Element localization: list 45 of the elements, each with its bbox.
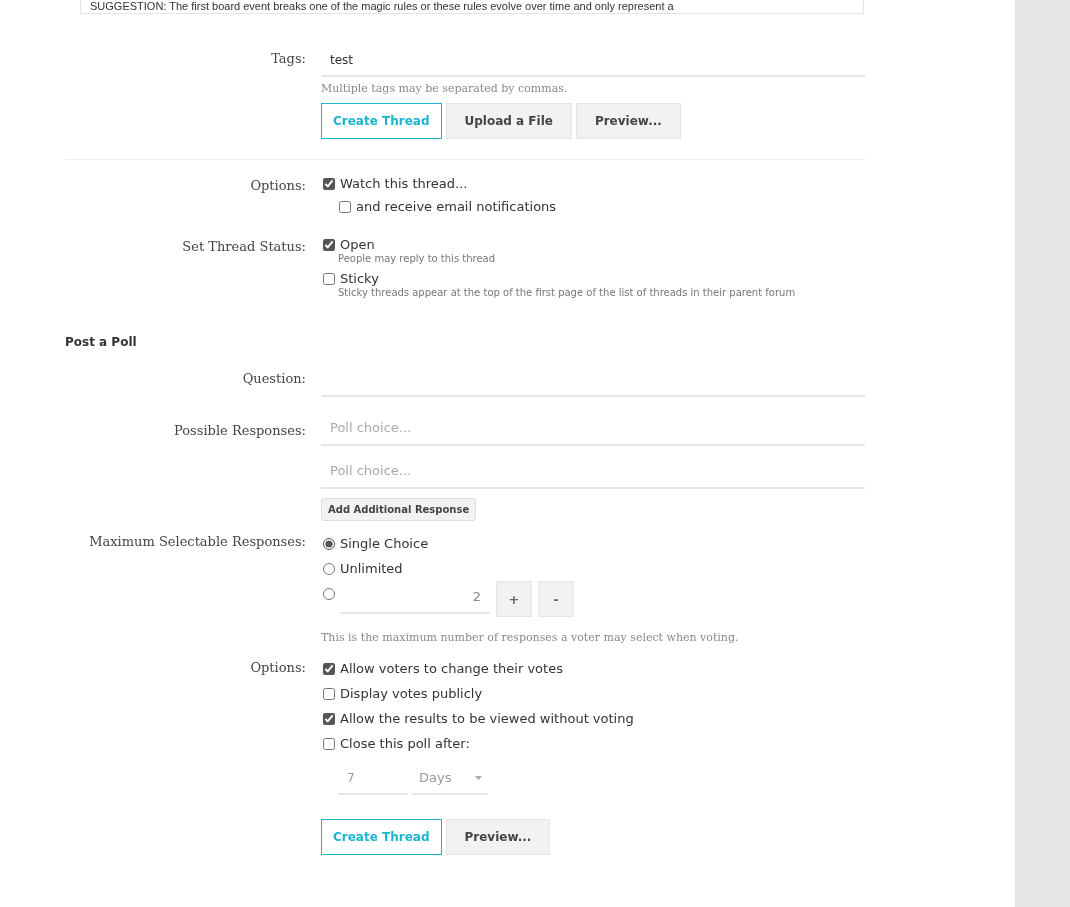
checkbox[interactable] bbox=[323, 177, 335, 190]
radio-button[interactable] bbox=[323, 588, 335, 600]
checkbox-label: and receive email notifications bbox=[356, 199, 557, 214]
checkbox-label: Allow voters to change their votes bbox=[340, 661, 563, 676]
checkbox[interactable] bbox=[323, 238, 335, 251]
section-title: Post a Poll bbox=[65, 335, 138, 349]
checkbox-label: Watch this thread... bbox=[340, 176, 468, 191]
field-label: Options: bbox=[249, 177, 307, 195]
checkbox-label: Allow the results to be viewed without voting bbox=[340, 711, 634, 726]
poll-choice-field[interactable]: Poll choice... bbox=[321, 452, 865, 489]
stepper-button[interactable]: - bbox=[538, 581, 574, 617]
field-label: Tags: bbox=[270, 50, 307, 68]
number-field[interactable]: 2 bbox=[340, 581, 490, 614]
editor-text: SUGGESTION: The first board event breaks one of the magic rules or these rules evolve over time and only represent a bbox=[89, 0, 675, 13]
field-label: Maximum Selectable Responses: bbox=[88, 533, 307, 551]
radio-label: Single Choice bbox=[340, 536, 429, 551]
checkbox[interactable] bbox=[323, 712, 335, 725]
checkbox-label: Open bbox=[340, 237, 375, 252]
checkbox-label: Sticky bbox=[340, 271, 379, 286]
field-hint: Multiple tags may be separated by commas. bbox=[321, 82, 568, 95]
caret-icon bbox=[475, 775, 482, 780]
poll-choice-field[interactable]: Poll choice... bbox=[321, 409, 865, 446]
add-response-button[interactable]: Add Additional Response bbox=[321, 498, 477, 521]
tags-field[interactable]: test bbox=[321, 45, 865, 77]
form-button[interactable]: Preview... bbox=[445, 819, 551, 855]
stepper-button[interactable]: + bbox=[496, 581, 532, 617]
field-label: Options: bbox=[249, 659, 307, 677]
option-hint: People may reply to this thread bbox=[337, 253, 496, 264]
checkbox[interactable] bbox=[323, 687, 335, 700]
option-hint: Sticky threads appear at the top of the first page of the list of threads in their parent forum bbox=[337, 287, 796, 298]
form-button[interactable]: Preview... bbox=[575, 103, 681, 139]
form-button[interactable]: Upload a File bbox=[445, 103, 572, 139]
radio-label: Unlimited bbox=[340, 561, 403, 576]
checkbox[interactable] bbox=[323, 737, 335, 750]
field-hint: This is the maximum number of responses a voter may select when voting. bbox=[321, 631, 739, 644]
checkbox[interactable] bbox=[339, 200, 351, 213]
checkbox[interactable] bbox=[323, 272, 335, 285]
radio-button[interactable] bbox=[323, 537, 335, 550]
field-label: Possible Responses: bbox=[173, 422, 307, 440]
checkbox-label: Display votes publicly bbox=[340, 686, 483, 701]
field-label: Question: bbox=[241, 370, 307, 388]
field-label: Set Thread Status: bbox=[181, 238, 307, 256]
checkbox-label: Close this poll after: bbox=[340, 736, 470, 751]
checkbox[interactable] bbox=[323, 662, 335, 675]
radio-button[interactable] bbox=[323, 562, 335, 575]
